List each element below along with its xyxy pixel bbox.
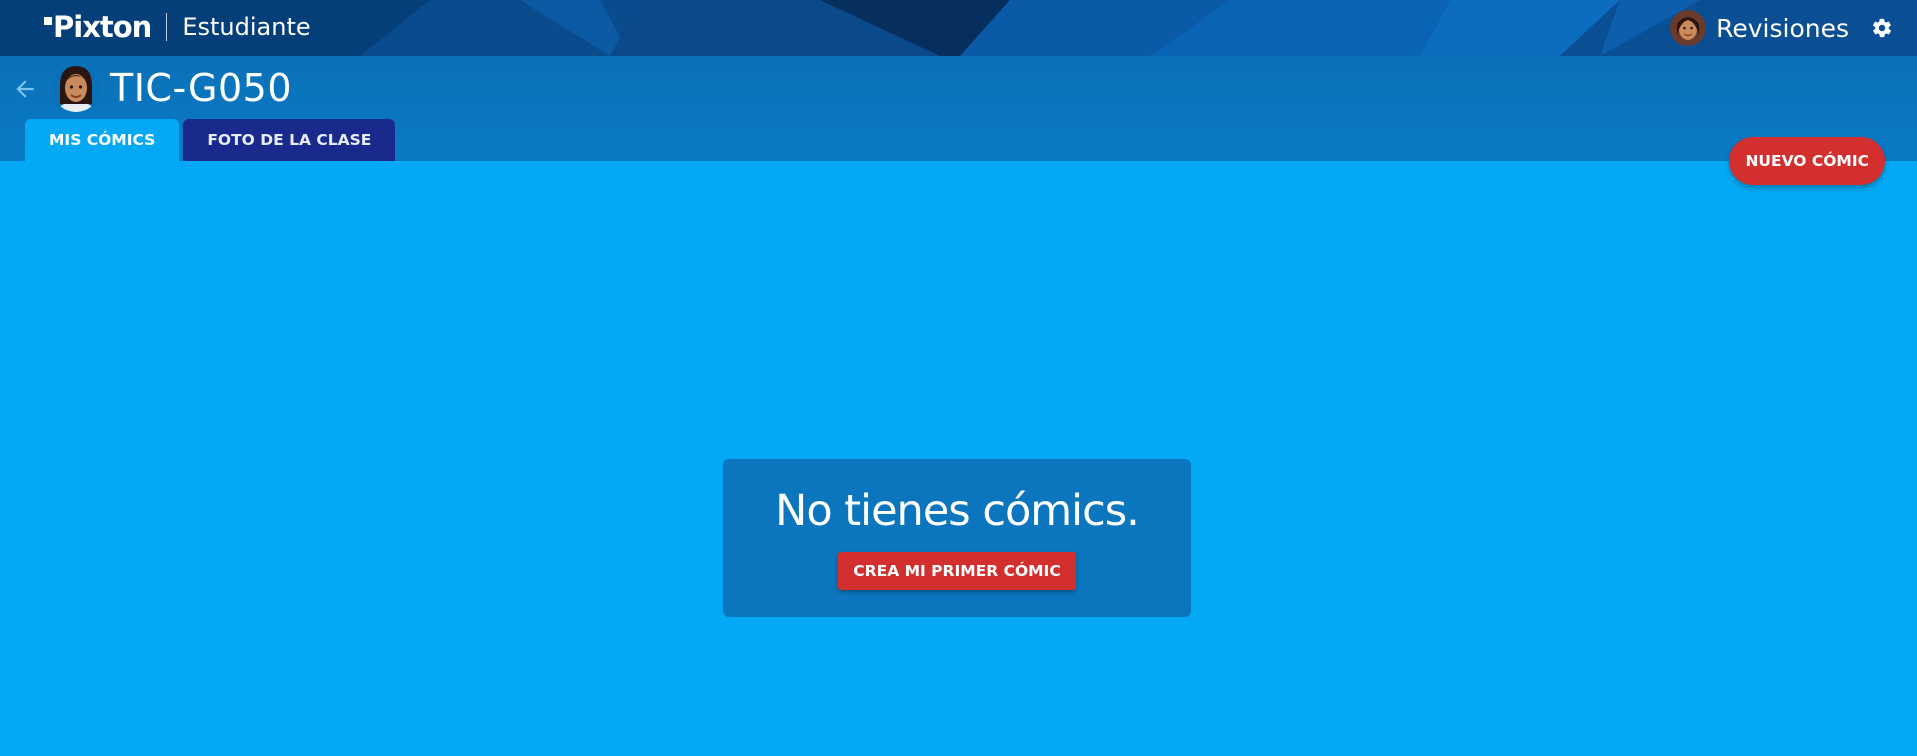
class-tabs: MIS CÓMICS FOTO DE LA CLASE	[25, 119, 399, 161]
pixton-logo-mark-icon	[44, 17, 52, 25]
brand-name: Pixton	[53, 10, 152, 44]
brand-divider	[166, 13, 168, 41]
arrow-left-icon[interactable]	[12, 76, 38, 102]
class-avatar-icon	[52, 64, 100, 112]
student-avatar-icon[interactable]	[1670, 10, 1707, 46]
revisiones-link[interactable]: Revisiones	[1716, 14, 1849, 43]
topbar-actions: Revisiones	[1670, 8, 1893, 48]
empty-state-card: No tienes cómics. CREA MI PRIMER CÓMIC	[723, 459, 1191, 617]
empty-state-message: No tienes cómics.	[775, 486, 1140, 536]
brand[interactable]: Pixton Estudiante	[44, 10, 311, 44]
class-header: TIC-G050 MIS CÓMICS FOTO DE LA CLASE	[0, 56, 1917, 161]
tab-mis-comics[interactable]: MIS CÓMICS	[25, 119, 180, 161]
class-title: TIC-G050	[110, 66, 293, 110]
new-comic-button[interactable]: NUEVO CÓMIC	[1729, 137, 1885, 185]
pixton-logo: Pixton	[44, 10, 152, 44]
gear-icon[interactable]	[1871, 17, 1893, 39]
create-first-comic-button[interactable]: CREA MI PRIMER CÓMIC	[838, 552, 1076, 590]
top-navigation-bar: Pixton Estudiante Revisiones	[0, 0, 1917, 56]
tab-foto-de-la-clase[interactable]: FOTO DE LA CLASE	[183, 119, 396, 161]
user-role-label: Estudiante	[182, 13, 311, 41]
